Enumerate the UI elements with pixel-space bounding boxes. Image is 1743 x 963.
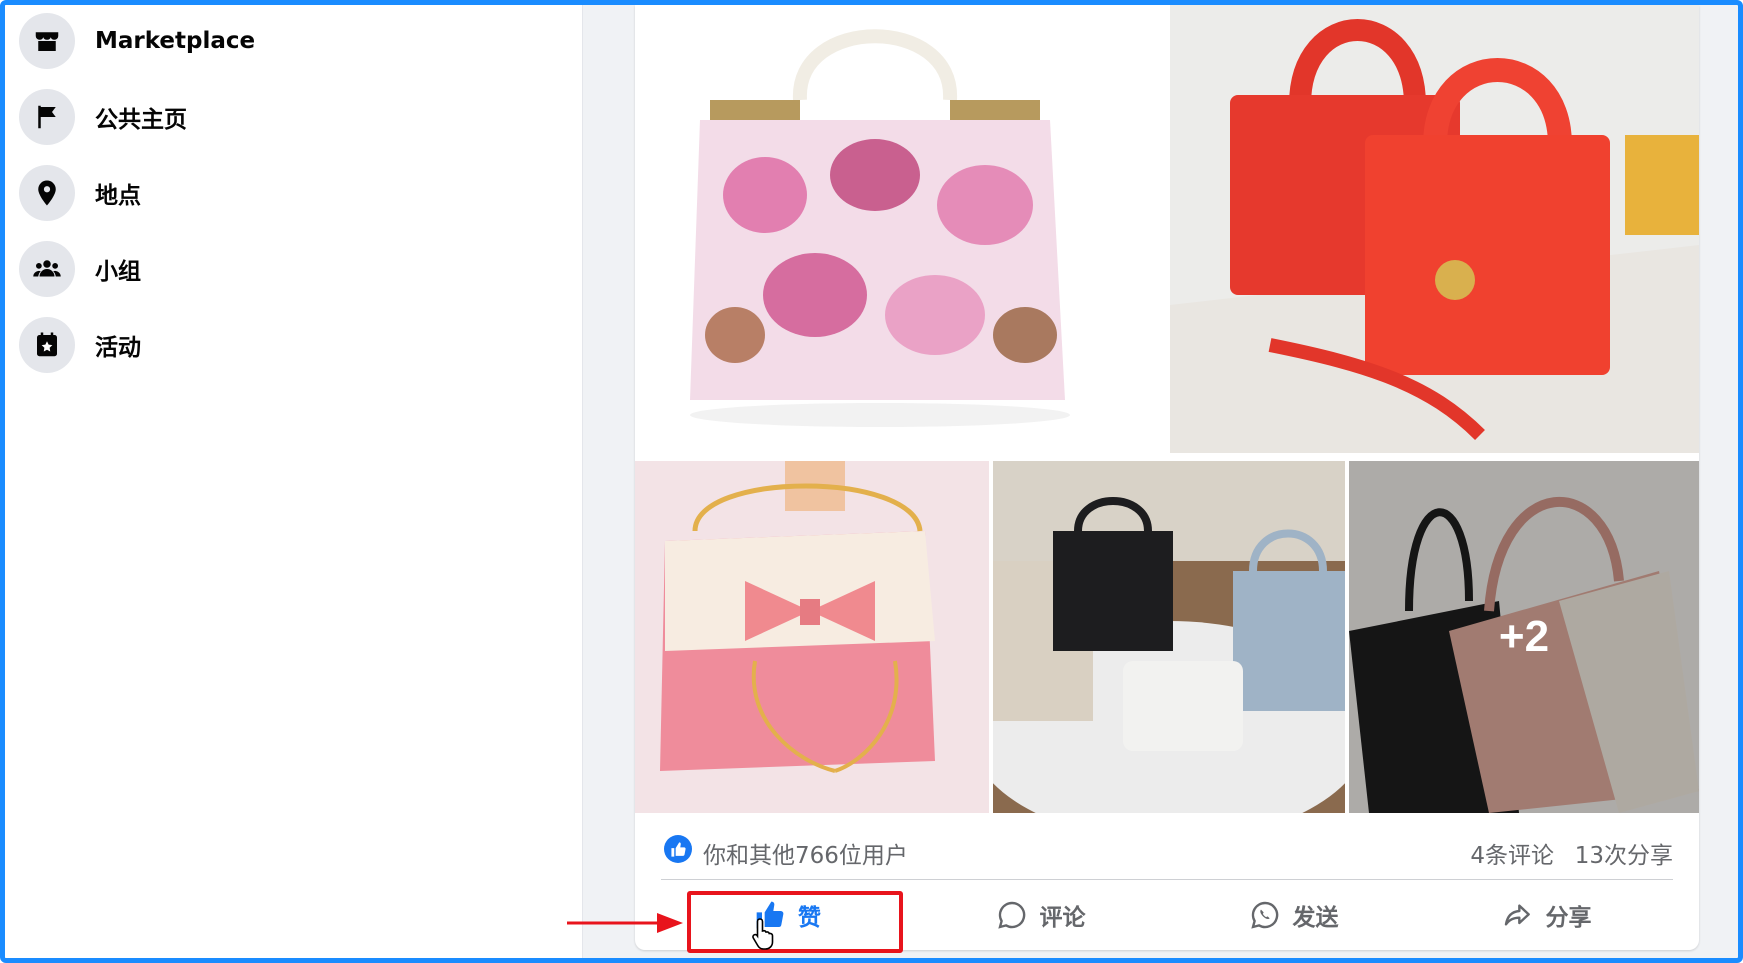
whatsapp-icon <box>1250 901 1278 929</box>
like-reaction-icon <box>664 835 692 863</box>
calendar-star-icon <box>19 317 75 373</box>
groups-icon <box>19 241 75 297</box>
share-button[interactable]: 分享 <box>1420 885 1673 945</box>
post-stats: 你和其他766位用户 4条评论 13次分享 <box>635 823 1699 875</box>
sidebar-item-marketplace[interactable]: Marketplace <box>19 9 559 73</box>
share-button-label: 分享 <box>1545 905 1592 931</box>
sidebar-item-places[interactable]: 地点 <box>19 161 559 225</box>
flag-icon <box>19 89 75 145</box>
annotation-arrow-icon <box>567 913 683 933</box>
post-card: +2 你和其他766位用户 4条评论 13次分享 赞 评论 发送 分享 <box>635 5 1699 950</box>
sidebar-item-label: Marketplace <box>95 28 256 54</box>
send-button-label: 发送 <box>1292 905 1339 931</box>
hand-cursor-icon <box>752 918 774 950</box>
likes-summary[interactable]: 你和其他766位用户 <box>703 836 908 870</box>
comments-count[interactable]: 4条评论 <box>1470 836 1554 870</box>
post-photo-5-more[interactable]: +2 <box>1349 461 1699 813</box>
comment-button-label: 评论 <box>1039 905 1086 931</box>
sidebar-item-label: 公共主页 <box>95 107 187 133</box>
actions-divider <box>661 879 1673 880</box>
sidebar-item-pages[interactable]: 公共主页 <box>19 85 559 149</box>
post-photo-1[interactable] <box>635 5 1169 453</box>
sidebar-item-label: 小组 <box>95 259 141 285</box>
send-button[interactable]: 发送 <box>1167 885 1420 945</box>
share-arrow-icon <box>1504 904 1530 926</box>
location-pin-icon <box>19 165 75 221</box>
post-photo-2[interactable] <box>1170 5 1699 453</box>
sidebar-item-groups[interactable]: 小组 <box>19 237 559 301</box>
comment-button[interactable]: 评论 <box>914 885 1167 945</box>
app-window: Marketplace 公共主页 地点 小组 活动 +2 你和其他766位用户 … <box>0 0 1743 963</box>
post-photo-3[interactable] <box>635 461 989 813</box>
left-sidebar: Marketplace 公共主页 地点 小组 活动 <box>5 5 583 958</box>
shares-count[interactable]: 13次分享 <box>1575 836 1673 870</box>
storefront-icon <box>19 13 75 69</box>
more-photos-count: +2 <box>1349 461 1699 813</box>
sidebar-item-events[interactable]: 活动 <box>19 313 559 377</box>
sidebar-item-label: 活动 <box>95 335 141 361</box>
post-photo-4[interactable] <box>993 461 1345 813</box>
sidebar-item-label: 地点 <box>95 183 141 209</box>
annotation-highlight-box <box>687 891 903 953</box>
comment-bubble-icon <box>997 901 1025 929</box>
